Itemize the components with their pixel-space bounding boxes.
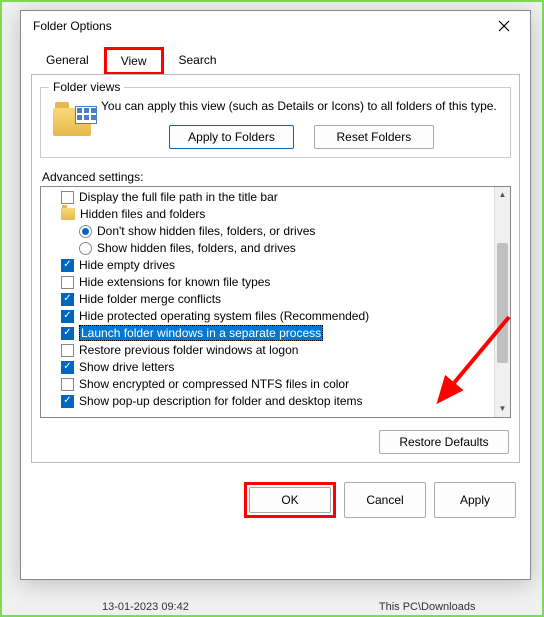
setting-item[interactable]: Launch folder windows in a separate proc… bbox=[41, 325, 494, 342]
folder-options-dialog: Folder Options General View Search Folde… bbox=[20, 10, 531, 580]
setting-label: Hidden files and folders bbox=[80, 207, 205, 221]
radio-icon[interactable] bbox=[79, 225, 92, 238]
checkbox-icon[interactable] bbox=[61, 395, 74, 408]
setting-label: Show hidden files, folders, and drives bbox=[97, 241, 296, 255]
cancel-button[interactable]: Cancel bbox=[344, 482, 426, 518]
checkbox-icon[interactable] bbox=[61, 191, 74, 204]
scroll-thumb[interactable] bbox=[497, 243, 508, 363]
tab-view-highlight: View bbox=[104, 47, 164, 75]
tab-content: Folder views You can apply this vi bbox=[31, 74, 520, 463]
tab-general[interactable]: General bbox=[31, 47, 104, 75]
setting-item[interactable]: Hidden files and folders bbox=[41, 206, 494, 223]
title-bar: Folder Options bbox=[21, 11, 530, 41]
setting-label: Launch folder windows in a separate proc… bbox=[79, 325, 323, 341]
setting-item[interactable]: Show hidden files, folders, and drives bbox=[41, 240, 494, 257]
scrollbar[interactable]: ▲ ▼ bbox=[494, 187, 510, 417]
folder-views-icon bbox=[53, 102, 91, 136]
setting-label: Hide extensions for known file types bbox=[79, 275, 270, 289]
setting-label: Show encrypted or compressed NTFS files … bbox=[79, 377, 349, 391]
setting-item[interactable]: Show pop-up description for folder and d… bbox=[41, 393, 494, 410]
advanced-settings-label: Advanced settings: bbox=[42, 170, 511, 184]
checkbox-icon[interactable] bbox=[61, 378, 74, 391]
checkbox-icon[interactable] bbox=[61, 293, 74, 306]
scroll-up-icon[interactable]: ▲ bbox=[495, 187, 510, 203]
setting-label: Don't show hidden files, folders, or dri… bbox=[97, 224, 315, 238]
setting-label: Show pop-up description for folder and d… bbox=[79, 394, 363, 408]
dialog-title: Folder Options bbox=[33, 19, 112, 33]
bg-date: 13-01-2023 09:42 bbox=[102, 601, 189, 613]
setting-label: Display the full file path in the title … bbox=[79, 190, 278, 204]
radio-icon[interactable] bbox=[79, 242, 92, 255]
folder-icon bbox=[61, 208, 75, 220]
apply-button[interactable]: Apply bbox=[434, 482, 516, 518]
apply-to-folders-button[interactable]: Apply to Folders bbox=[169, 125, 294, 149]
ok-highlight: OK bbox=[244, 482, 336, 518]
checkbox-icon[interactable] bbox=[61, 259, 74, 272]
setting-item[interactable]: Hide folder merge conflicts bbox=[41, 291, 494, 308]
checkbox-icon[interactable] bbox=[61, 327, 74, 340]
reset-folders-button[interactable]: Reset Folders bbox=[314, 125, 434, 149]
bg-location: This PC\Downloads bbox=[379, 601, 476, 613]
dialog-buttons: OK Cancel Apply bbox=[21, 474, 530, 526]
setting-label: Hide folder merge conflicts bbox=[79, 292, 221, 306]
setting-label: Restore previous folder windows at logon bbox=[79, 343, 298, 357]
folder-views-description: You can apply this view (such as Details… bbox=[101, 98, 502, 115]
setting-item[interactable]: Don't show hidden files, folders, or dri… bbox=[41, 223, 494, 240]
setting-item[interactable]: Hide empty drives bbox=[41, 257, 494, 274]
setting-item[interactable]: Restore previous folder windows at logon bbox=[41, 342, 494, 359]
setting-item[interactable]: Show encrypted or compressed NTFS files … bbox=[41, 376, 494, 393]
setting-item[interactable]: Display the full file path in the title … bbox=[41, 189, 494, 206]
setting-item[interactable]: Show drive letters bbox=[41, 359, 494, 376]
restore-defaults-button[interactable]: Restore Defaults bbox=[379, 430, 509, 454]
tab-view[interactable]: View bbox=[117, 52, 151, 70]
scroll-down-icon[interactable]: ▼ bbox=[495, 401, 510, 417]
checkbox-icon[interactable] bbox=[61, 310, 74, 323]
setting-label: Show drive letters bbox=[79, 360, 174, 374]
setting-item[interactable]: Hide extensions for known file types bbox=[41, 274, 494, 291]
advanced-settings-list: Display the full file path in the title … bbox=[40, 186, 511, 418]
setting-label: Hide protected operating system files (R… bbox=[79, 309, 369, 323]
ok-button[interactable]: OK bbox=[249, 487, 331, 513]
folder-views-label: Folder views bbox=[49, 80, 124, 94]
tabs: General View Search bbox=[21, 47, 530, 75]
folder-views-group: Folder views You can apply this vi bbox=[40, 87, 511, 158]
checkbox-icon[interactable] bbox=[61, 361, 74, 374]
close-icon bbox=[498, 20, 510, 32]
setting-label: Hide empty drives bbox=[79, 258, 175, 272]
checkbox-icon[interactable] bbox=[61, 344, 74, 357]
checkbox-icon[interactable] bbox=[61, 276, 74, 289]
tab-search[interactable]: Search bbox=[164, 47, 232, 75]
close-button[interactable] bbox=[484, 12, 524, 40]
setting-item[interactable]: Hide protected operating system files (R… bbox=[41, 308, 494, 325]
